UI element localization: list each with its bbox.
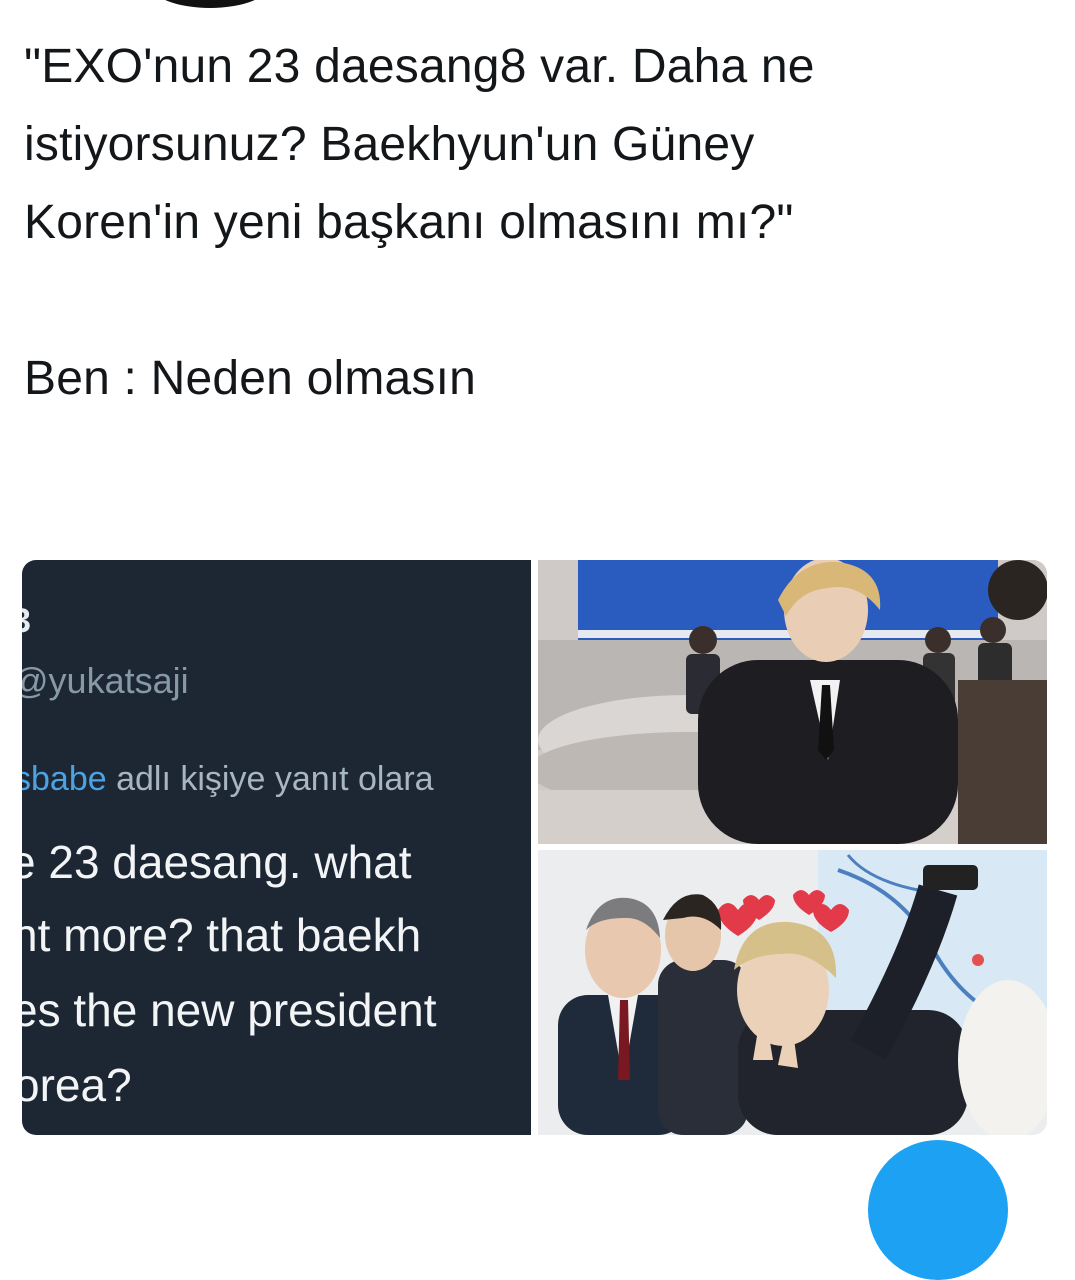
tweet-text: "EXO'nun 23 daesang8 var. Daha ne istiyo… [24,28,1054,418]
media-grid: 3 @yukatsaji sbabe adlı kişiye yanıt ola… [22,560,1047,1135]
compose-button[interactable] [868,1140,1008,1280]
quoted-line: orea? [22,1059,132,1111]
media-photo-bottom[interactable] [538,850,1047,1135]
reply-mention: sbabe [22,760,107,798]
quoted-line: es the new president [22,984,437,1036]
photo-image [538,560,1047,844]
media-screenshot[interactable]: 3 @yukatsaji sbabe adlı kişiye yanıt ola… [22,560,531,1135]
photo-image [538,850,1047,1135]
user-handle: @yukatsaji [22,660,189,701]
tweet-line: istiyorsunuz? Baekhyun'un Güney [24,118,755,171]
quoted-line: e 23 daesang. what [22,836,412,888]
media-photo-top[interactable] [538,560,1047,844]
quoted-line: nt more? that baekh [22,909,422,961]
tweet-line: Koren'in yeni başkanı olmasını mı?" [24,196,794,249]
avatar[interactable] [150,0,270,8]
display-name: 3 [22,602,31,641]
tweet-line: Ben : Neden olmasın [24,352,477,405]
reply-context: sbabe adlı kişiye yanıt olara [22,760,434,799]
tweet-line: "EXO'nun 23 daesang8 var. Daha ne [24,40,815,93]
reply-text: adlı kişiye yanıt olara [106,760,434,798]
